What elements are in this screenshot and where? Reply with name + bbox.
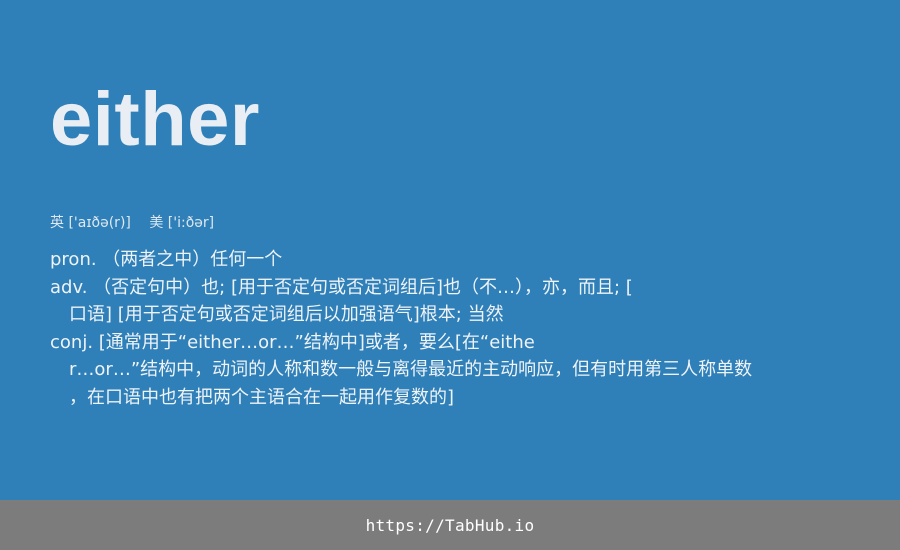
phonetics: 英 ['aɪðə(r)] 美 ['i:ðər] [50, 213, 214, 233]
phonetic-uk-label: 英 [50, 215, 64, 231]
definitions: pron. （两者之中）任何一个 adv. （否定句中）也; [用于否定句或否定… [50, 246, 850, 411]
definition-adv-continued: 口语] [用于否定句或否定词组后以加强语气]根本; 当然 [69, 304, 504, 325]
phonetic-uk: ['aɪðə(r)] [68, 215, 131, 231]
phonetic-us: ['i:ðər] [167, 215, 215, 231]
definition-conj-continued: r…or…”结构中，动词的人称和数一般与离得最近的主动响应，但有时用第三人称单数 [69, 359, 753, 380]
word-card: either 英 ['aɪðə(r)] 美 ['i:ðər] pron. （两者… [0, 0, 900, 500]
definition-pron: pron. （两者之中）任何一个 [50, 249, 283, 270]
page: either 英 ['aɪðə(r)] 美 ['i:ðər] pron. （两者… [0, 0, 900, 550]
definition-adv: adv. （否定句中）也; [用于否定句或否定词组后]也（不…），亦，而且; [ [50, 276, 633, 298]
tabhub-link[interactable]: https://TabHub.io [366, 516, 535, 535]
headword: either [50, 77, 260, 162]
definition-conj: conj. [通常用于“either…or…”结构中]或者，要么[在“eithe [50, 331, 535, 353]
footer-bar: https://TabHub.io [0, 500, 900, 550]
definition-conj-continued-2: ，在口语中也有把两个主语合在一起用作复数的] [69, 386, 455, 408]
phonetic-us-label: 美 [149, 215, 164, 231]
